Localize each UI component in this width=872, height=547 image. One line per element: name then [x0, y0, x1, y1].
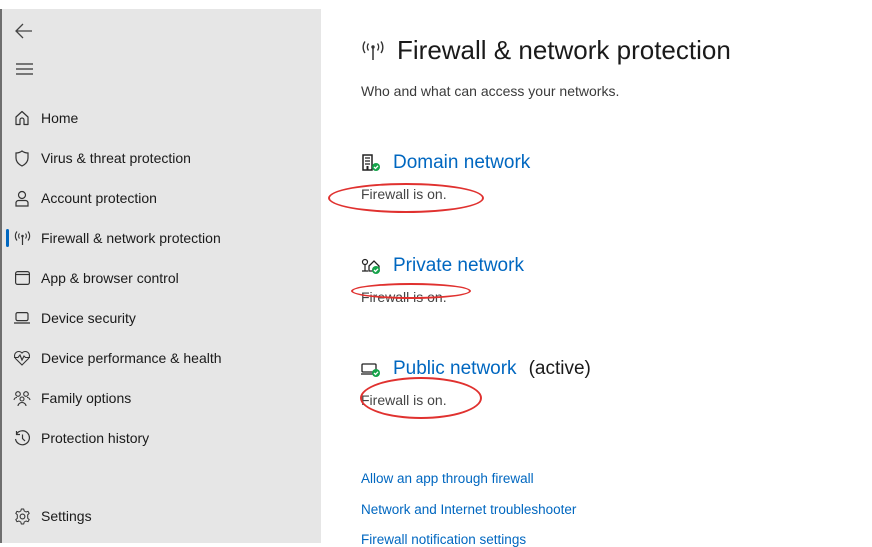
sidebar-item-label: Protection history: [41, 430, 150, 446]
page-header: Firewall & network protection: [361, 35, 731, 66]
main-content: Firewall & network protection Who and wh…: [321, 9, 872, 547]
private-network-link[interactable]: Private network: [393, 255, 524, 277]
public-network-section: Public network (active): [361, 358, 591, 380]
menu-button[interactable]: [12, 57, 36, 81]
family-icon: [13, 389, 31, 407]
sidebar-item-label: Home: [41, 110, 79, 126]
browser-window-icon: [13, 269, 31, 287]
sidebar-item-home[interactable]: Home: [2, 100, 321, 136]
sidebar-item-label: Firewall & network protection: [41, 230, 221, 246]
sidebar-item-device-security[interactable]: Device security: [2, 300, 321, 336]
sidebar-item-app-browser-control[interactable]: App & browser control: [2, 260, 321, 296]
page-title: Firewall & network protection: [397, 35, 731, 65]
sidebar-item-virus-threat-protection[interactable]: Virus & threat protection: [2, 140, 321, 176]
sidebar: Home Virus & threat protection Account p…: [0, 9, 321, 543]
sidebar-item-label: Account protection: [41, 190, 157, 206]
sidebar-item-settings[interactable]: Settings: [2, 498, 321, 534]
hamburger-menu-icon: [15, 63, 33, 75]
page-subtitle: Who and what can access your networks.: [361, 83, 620, 99]
shield-icon: [13, 149, 31, 167]
sidebar-item-label: Virus & threat protection: [41, 150, 191, 166]
sidebar-item-label: Device security: [41, 310, 136, 326]
firewall-notification-settings-link[interactable]: Firewall notification settings: [361, 532, 526, 547]
sidebar-item-device-performance-health[interactable]: Device performance & health: [2, 340, 321, 376]
annotation-ellipse: [328, 183, 484, 213]
wireless-antenna-icon: [361, 40, 385, 61]
home-icon: [13, 109, 31, 127]
sidebar-item-account-protection[interactable]: Account protection: [2, 180, 321, 216]
annotation-ellipse: [351, 283, 471, 299]
back-button[interactable]: [12, 19, 36, 43]
private-network-section: Private network: [361, 255, 524, 277]
domain-network-section: Domain network: [361, 152, 530, 174]
wireless-antenna-icon: [13, 229, 31, 247]
gear-icon: [13, 507, 31, 525]
sidebar-item-firewall-network-protection[interactable]: Firewall & network protection: [2, 220, 321, 256]
sidebar-item-label: Device performance & health: [41, 350, 222, 366]
sidebar-item-protection-history[interactable]: Protection history: [2, 420, 321, 456]
heart-pulse-icon: [13, 349, 31, 367]
annotation-ellipse: [360, 377, 482, 419]
building-check-icon: [361, 153, 383, 173]
home-network-check-icon: [361, 256, 383, 276]
arrow-left-icon: [15, 23, 33, 39]
sidebar-item-family-options[interactable]: Family options: [2, 380, 321, 416]
allow-app-through-firewall-link[interactable]: Allow an app through firewall: [361, 471, 534, 486]
laptop-icon: [13, 309, 31, 327]
public-network-check-icon: [361, 359, 383, 379]
person-icon: [13, 189, 31, 207]
sidebar-item-label: Family options: [41, 390, 132, 406]
sidebar-item-label: Settings: [41, 508, 92, 524]
active-network-label: (active): [528, 358, 591, 379]
window-top-strip: [0, 0, 872, 9]
history-clock-icon: [13, 429, 31, 447]
network-troubleshooter-link[interactable]: Network and Internet troubleshooter: [361, 502, 576, 517]
domain-network-link[interactable]: Domain network: [393, 152, 530, 174]
sidebar-item-label: App & browser control: [41, 270, 179, 286]
selection-indicator: [6, 229, 9, 247]
